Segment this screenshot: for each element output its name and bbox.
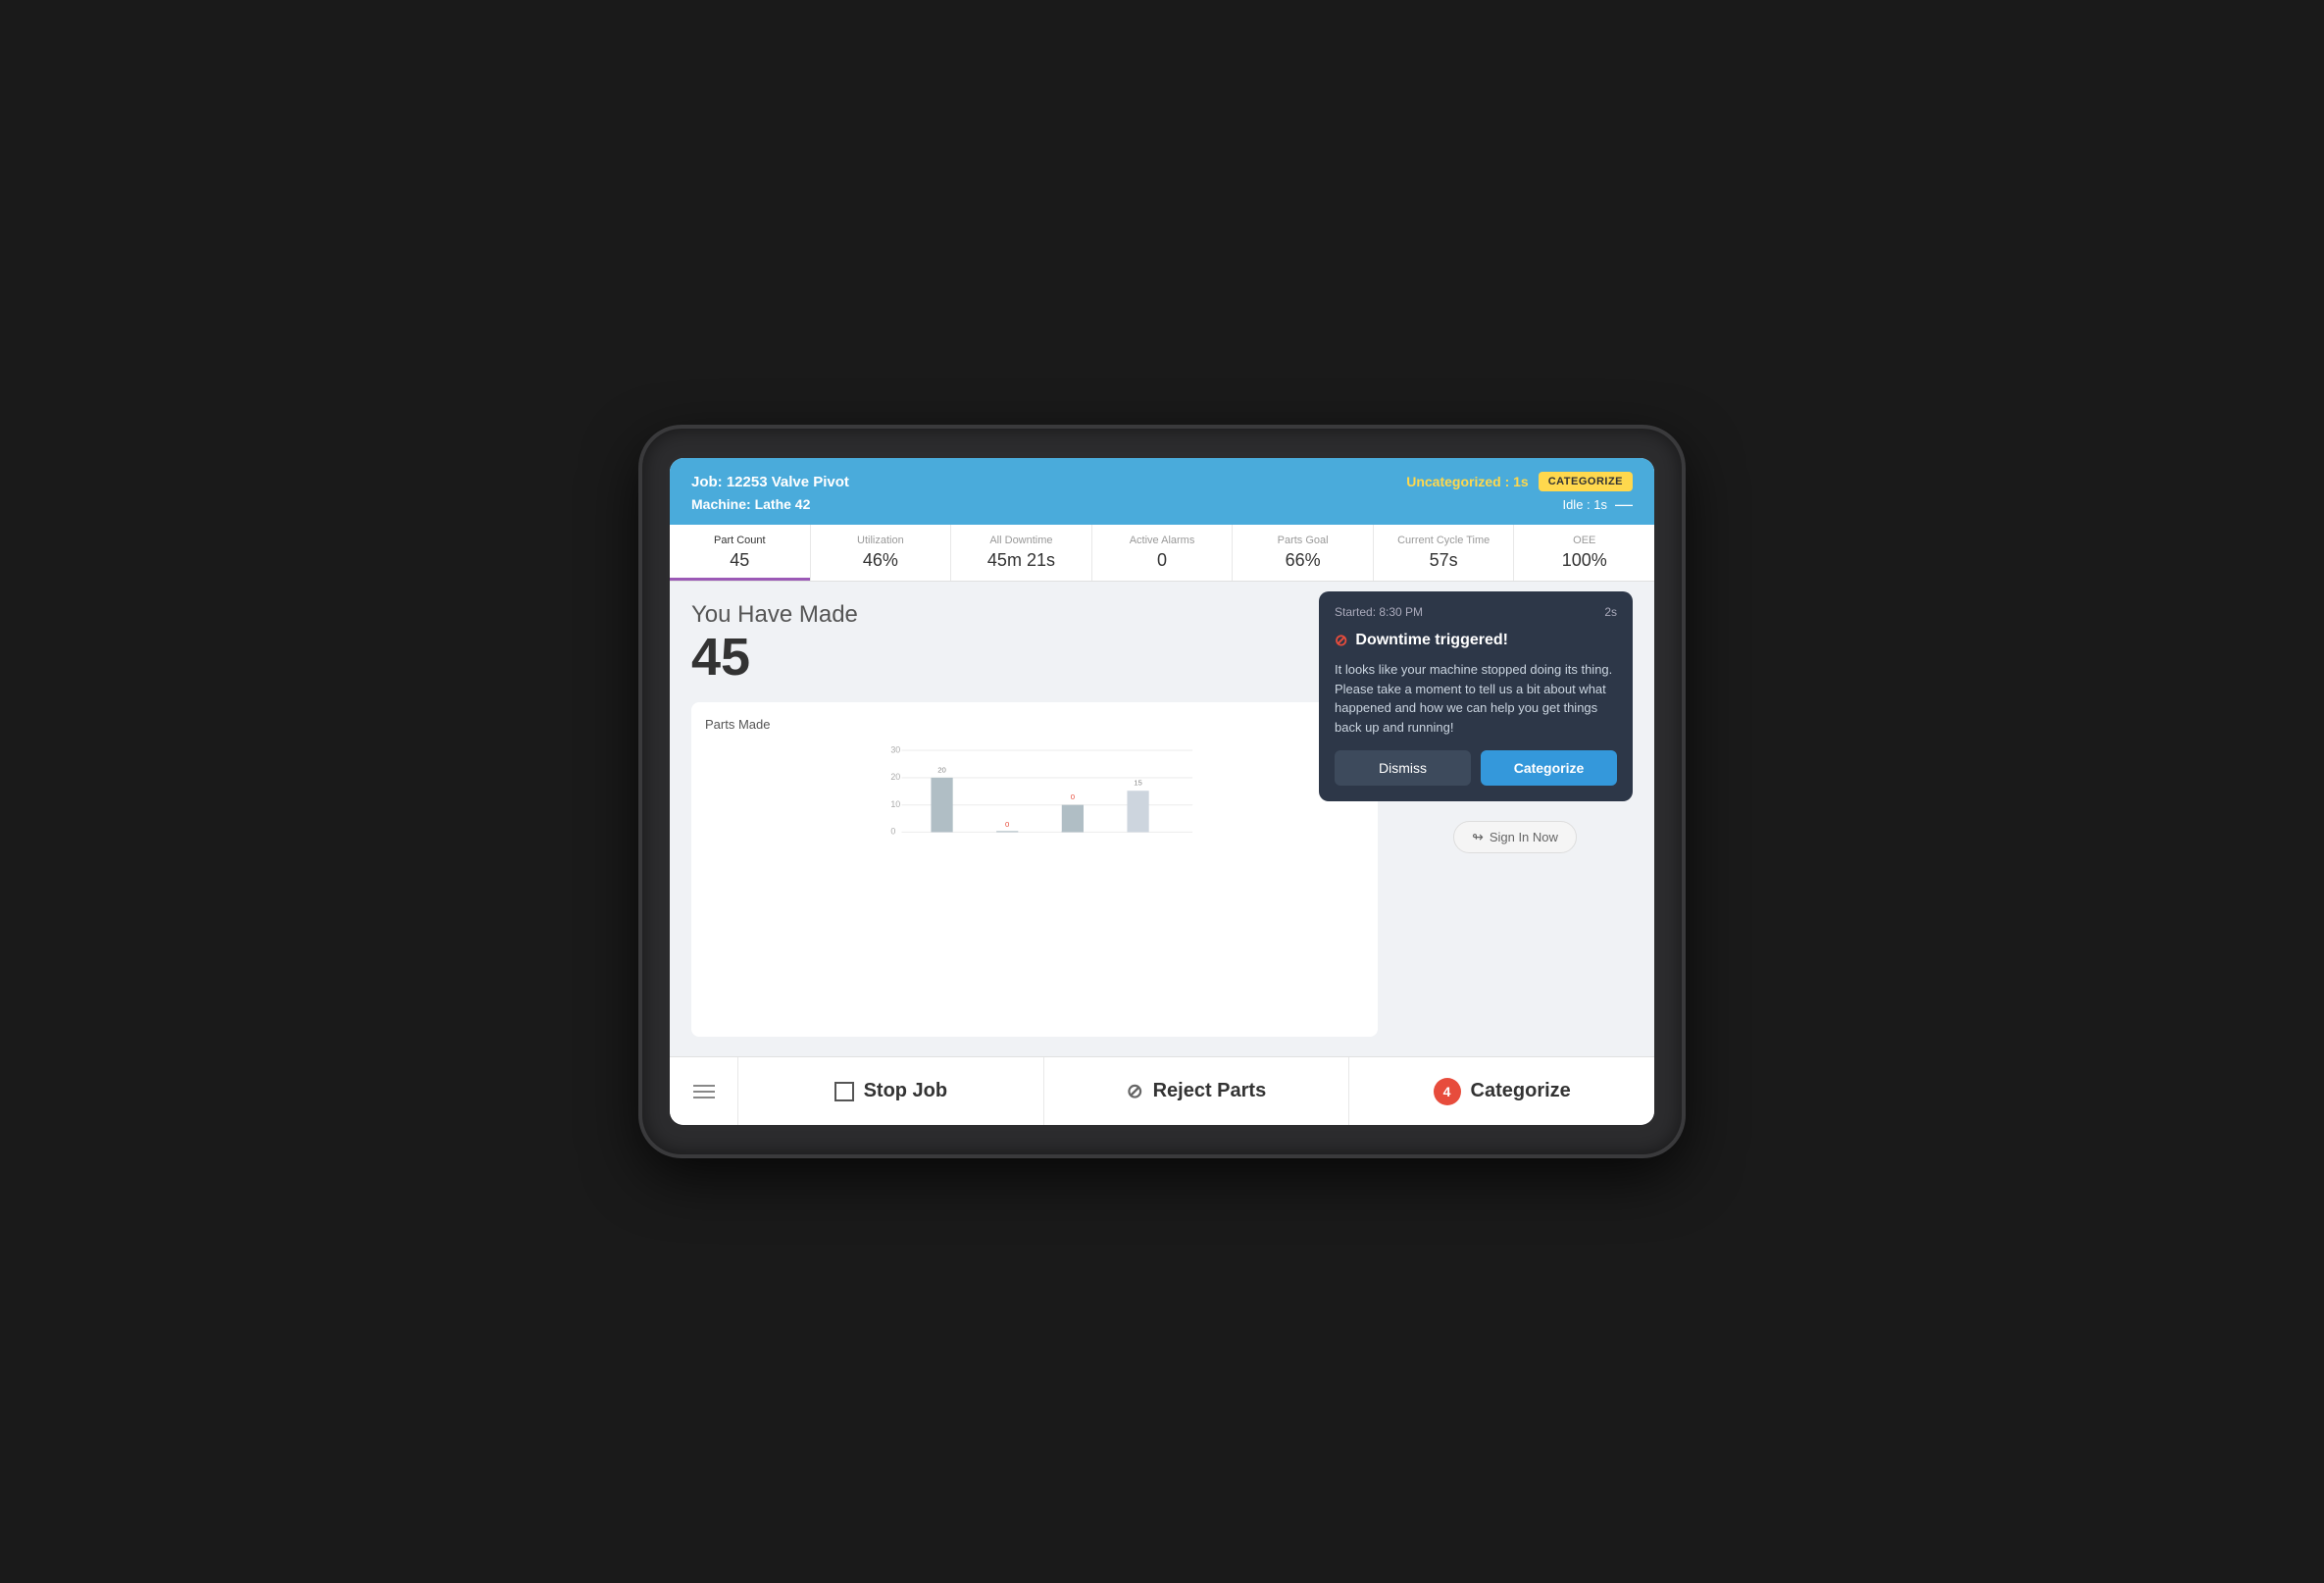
stat-label-active-alarms: Active Alarms [1100,535,1225,546]
stat-label-part-count: Part Count [678,535,802,546]
stop-job-label: Stop Job [864,1080,948,1102]
reject-parts-icon: ⊘ [1127,1079,1143,1103]
sign-in-label: Sign In Now [1490,830,1558,844]
stat-value-all-downtime: 45m 21s [959,550,1084,571]
stat-label-oee: OEE [1522,535,1646,546]
stop-job-icon [834,1082,854,1101]
stat-value-active-alarms: 0 [1100,550,1225,571]
popup-dismiss-button[interactable]: Dismiss [1335,750,1471,786]
menu-button[interactable] [670,1057,738,1125]
stat-label-utilization: Utilization [819,535,943,546]
stat-utilization[interactable]: Utilization 46% [811,525,952,581]
popup-body: It looks like your machine stopped doing… [1335,660,1617,737]
idle-dash: — [1615,495,1633,513]
hamburger-icon [693,1085,715,1098]
popup-title: ⊘ Downtime triggered! [1335,631,1617,650]
screen: Job: 12253 Valve Pivot Uncategorized : 1… [670,458,1654,1125]
downtime-popup: Started: 8:30 PM 2s ⊘ Downtime triggered… [1319,591,1633,801]
left-panel: You Have Made 45 Parts Made ? 30 20 [691,601,1378,1037]
stat-value-cycle-time: 57s [1382,550,1506,571]
job-title: Job: 12253 Valve Pivot [691,474,849,490]
stop-job-button[interactable]: Stop Job [738,1057,1044,1125]
svg-text:0: 0 [890,827,895,837]
uncategorized-status: Uncategorized : 1s [1406,474,1528,489]
header-categorize-button[interactable]: CATEGORIZE [1539,472,1633,491]
categorize-badge: 4 [1434,1078,1461,1105]
reject-parts-label: Reject Parts [1153,1080,1267,1102]
stat-part-count[interactable]: Part Count 45 [670,525,811,581]
stat-cycle-time[interactable]: Current Cycle Time 57s [1374,525,1515,581]
stat-all-downtime[interactable]: All Downtime 45m 21s [951,525,1092,581]
stat-label-parts-goal: Parts Goal [1240,535,1365,546]
svg-text:0: 0 [1071,793,1076,802]
toolbar: Stop Job ⊘ Reject Parts 4 Categorize [670,1056,1654,1125]
device-frame: Job: 12253 Valve Pivot Uncategorized : 1… [642,429,1682,1154]
stat-value-utilization: 46% [819,550,943,571]
you-have-made: You Have Made 45 [691,601,1378,687]
idle-status: Idle : 1s — [1562,495,1633,513]
sign-in-button[interactable]: ↬ Sign In Now [1453,821,1577,853]
svg-text:10: 10 [890,799,900,809]
popup-categorize-button[interactable]: Categorize [1481,750,1617,786]
popup-actions: Dismiss Categorize [1335,750,1617,786]
you-have-made-label: You Have Made [691,601,1378,629]
reject-parts-button[interactable]: ⊘ Reject Parts [1044,1057,1350,1125]
stat-value-oee: 100% [1522,550,1646,571]
categorize-button[interactable]: 4 Categorize [1349,1057,1654,1125]
chart-area: 30 20 10 0 [705,740,1364,838]
popup-title-text: Downtime triggered! [1355,632,1508,649]
svg-text:20: 20 [890,773,900,783]
sign-in-icon: ↬ [1472,829,1484,845]
svg-text:15: 15 [1134,779,1142,788]
you-have-made-count: 45 [691,629,1378,687]
popup-started: Started: 8:30 PM [1335,605,1423,619]
stat-label-all-downtime: All Downtime [959,535,1084,546]
svg-text:30: 30 [890,745,900,755]
popup-duration: 2s [1604,605,1617,619]
main-content: You Have Made 45 Parts Made ? 30 20 [670,582,1654,1056]
stats-bar: Part Count 45 Utilization 46% All Downti… [670,525,1654,582]
machine-title: Machine: Lathe 42 [691,496,810,512]
idle-text: Idle : 1s [1562,497,1607,512]
chart-title: Parts Made [705,717,770,732]
stat-value-part-count: 45 [678,550,802,571]
stat-parts-goal[interactable]: Parts Goal 66% [1233,525,1374,581]
stat-active-alarms[interactable]: Active Alarms 0 [1092,525,1234,581]
categorize-label: Categorize [1471,1080,1571,1102]
chart-svg: 30 20 10 0 [705,740,1364,838]
svg-text:0: 0 [1005,820,1010,829]
svg-text:20: 20 [937,766,946,775]
warning-icon: ⊘ [1335,631,1347,650]
header: Job: 12253 Valve Pivot Uncategorized : 1… [670,458,1654,525]
stat-label-cycle-time: Current Cycle Time [1382,535,1506,546]
stat-value-parts-goal: 66% [1240,550,1365,571]
parts-made-chart: Parts Made ? 30 20 10 0 [691,702,1378,1037]
header-right: Uncategorized : 1s CATEGORIZE [1406,472,1633,491]
stat-oee[interactable]: OEE 100% [1514,525,1654,581]
